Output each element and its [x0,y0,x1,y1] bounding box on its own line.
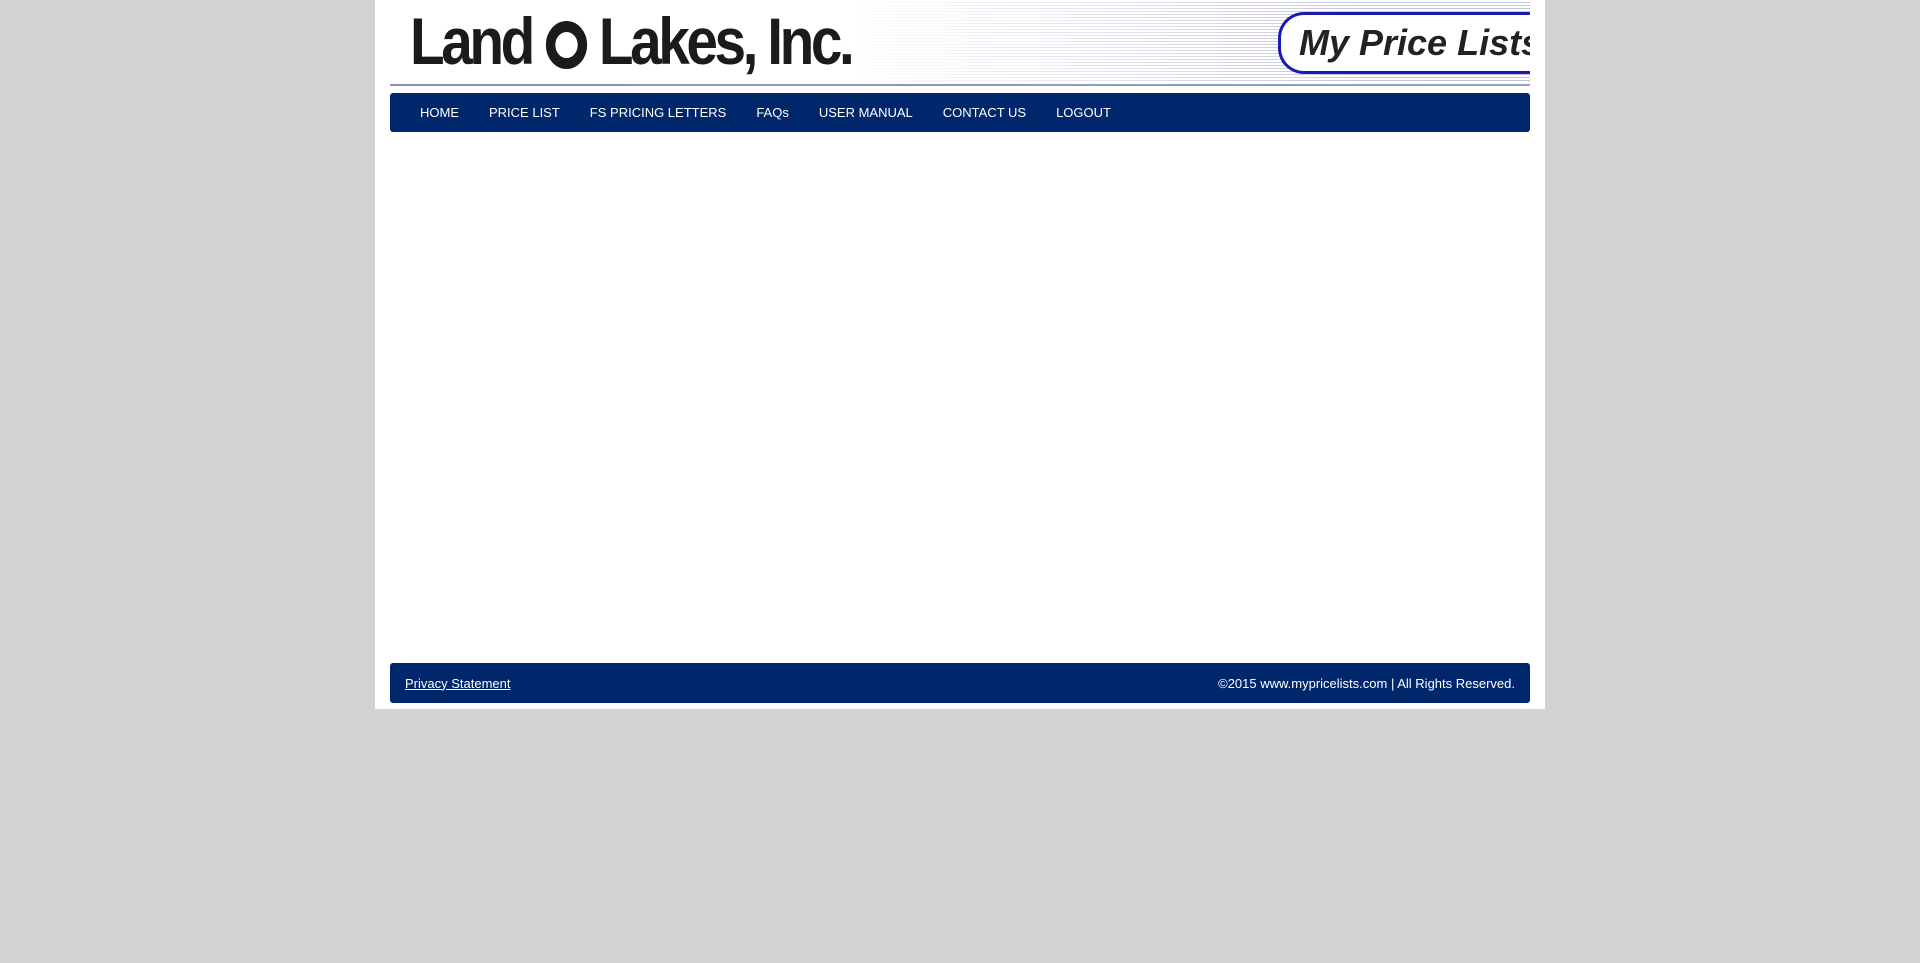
site-header: Land Lakes, Inc. My Price Lists [390,0,1530,86]
badge-text: My Price Lists [1299,22,1530,63]
nav-home[interactable]: HOME [420,105,459,120]
logo-o-ring-icon [545,21,587,69]
header-rule [390,84,1530,86]
my-price-lists-badge: My Price Lists [1278,12,1530,74]
copyright-text: ©2015 www.mypricelists.com | All Rights … [1218,675,1515,691]
page-container: Land Lakes, Inc. My Price Lists HOME PRI… [375,0,1545,709]
logo-text-land: Land [410,4,535,78]
site-footer: Privacy Statement ©2015 www.mypricelists… [390,663,1530,703]
nav-faqs[interactable]: FAQs [756,105,789,120]
nav-logout[interactable]: LOGOUT [1056,105,1111,120]
logo-text-lakes: Lakes, Inc. [598,4,855,78]
main-nav: HOME PRICE LIST FS PRICING LETTERS FAQs … [390,93,1530,132]
nav-contact-us[interactable]: CONTACT US [943,105,1026,120]
nav-user-manual[interactable]: USER MANUAL [819,105,913,120]
nav-fs-pricing-letters[interactable]: FS PRICING LETTERS [590,105,727,120]
nav-price-list[interactable]: PRICE LIST [489,105,560,120]
privacy-statement-link[interactable]: Privacy Statement [405,676,511,691]
company-logo: Land Lakes, Inc. [410,4,855,78]
